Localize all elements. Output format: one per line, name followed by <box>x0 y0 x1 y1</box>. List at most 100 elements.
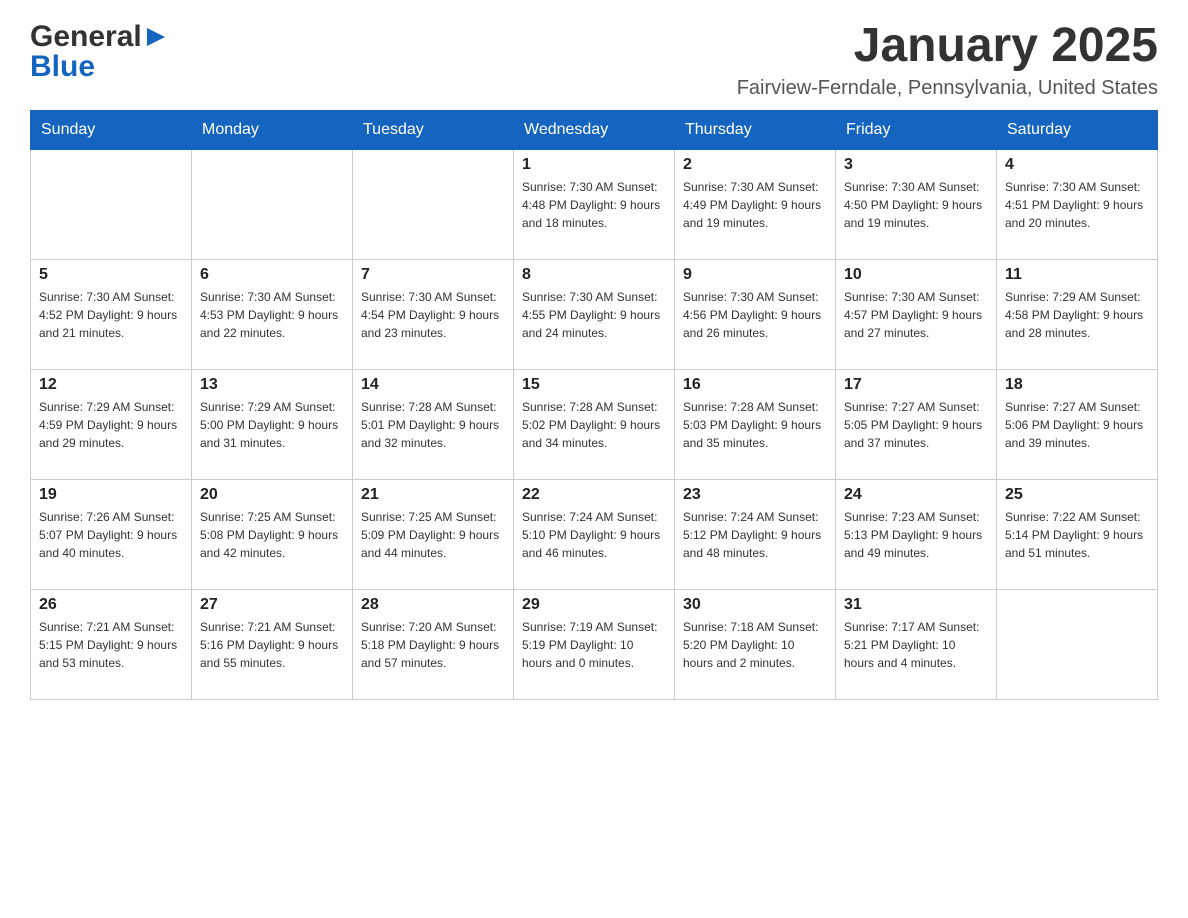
day-number: 8 <box>522 266 666 284</box>
day-info: Sunrise: 7:27 AM Sunset: 5:06 PM Dayligh… <box>1005 398 1149 452</box>
calendar-cell: 11Sunrise: 7:29 AM Sunset: 4:58 PM Dayli… <box>997 259 1158 369</box>
day-number: 23 <box>683 486 827 504</box>
calendar-cell: 9 Sunrise: 7:30 AM Sunset: 4:56 PM Daylig… <box>675 259 836 369</box>
day-info: Sunrise: 7:29 AM Sunset: 4:59 PM Dayligh… <box>39 398 183 452</box>
calendar-header: SundayMondayTuesdayWednesdayThursdayFrid… <box>31 110 1158 149</box>
calendar-cell: 6 Sunrise: 7:30 AM Sunset: 4:53 PM Daylig… <box>192 259 353 369</box>
day-number: 31 <box>844 596 988 614</box>
day-info: Sunrise: 7:25 AM Sunset: 5:08 PM Dayligh… <box>200 508 344 562</box>
location-text: Fairview-Ferndale, Pennsylvania, United … <box>737 77 1158 100</box>
calendar-cell: 12 Sunrise: 7:29 AM Sunset: 4:59 PM Dayli… <box>31 369 192 479</box>
day-number: 20 <box>200 486 344 504</box>
calendar-cell: 23 Sunrise: 7:24 AM Sunset: 5:12 PM Dayli… <box>675 479 836 589</box>
day-number: 12 <box>39 376 183 394</box>
day-number: 25 <box>1005 486 1149 504</box>
day-info: Sunrise: 7:26 AM Sunset: 5:07 PM Dayligh… <box>39 508 183 562</box>
logo-line1: General <box>30 20 167 54</box>
calendar-cell <box>353 149 514 259</box>
calendar-cell: 16Sunrise: 7:28 AM Sunset: 5:03 PM Dayli… <box>675 369 836 479</box>
day-number: 30 <box>683 596 827 614</box>
calendar-cell: 25 Sunrise: 7:22 AM Sunset: 5:14 PM Dayli… <box>997 479 1158 589</box>
day-info: Sunrise: 7:30 AM Sunset: 4:56 PM Dayligh… <box>683 288 827 342</box>
calendar-cell: 14 Sunrise: 7:28 AM Sunset: 5:01 PM Dayli… <box>353 369 514 479</box>
day-number: 13 <box>200 376 344 394</box>
day-number: 7 <box>361 266 505 284</box>
day-number: 28 <box>361 596 505 614</box>
calendar-cell: 19Sunrise: 7:26 AM Sunset: 5:07 PM Dayli… <box>31 479 192 589</box>
calendar-cell: 24 Sunrise: 7:23 AM Sunset: 5:13 PM Dayli… <box>836 479 997 589</box>
page-header: General Blue January 2025 Fairview-Fernd… <box>30 20 1158 100</box>
title-block: January 2025 Fairview-Ferndale, Pennsylv… <box>737 20 1158 100</box>
day-number: 5 <box>39 266 183 284</box>
calendar-cell: 15Sunrise: 7:28 AM Sunset: 5:02 PM Dayli… <box>514 369 675 479</box>
calendar-cell: 28Sunrise: 7:20 AM Sunset: 5:18 PM Dayli… <box>353 589 514 699</box>
calendar-cell <box>192 149 353 259</box>
day-info: Sunrise: 7:30 AM Sunset: 4:48 PM Dayligh… <box>522 178 666 232</box>
calendar-cell: 10 Sunrise: 7:30 AM Sunset: 4:57 PM Dayli… <box>836 259 997 369</box>
day-info: Sunrise: 7:22 AM Sunset: 5:14 PM Dayligh… <box>1005 508 1149 562</box>
calendar-cell: 30 Sunrise: 7:18 AM Sunset: 5:20 PM Dayli… <box>675 589 836 699</box>
weekday-header-tuesday: Tuesday <box>353 110 514 149</box>
day-number: 1 <box>522 156 666 174</box>
day-info: Sunrise: 7:30 AM Sunset: 4:53 PM Dayligh… <box>200 288 344 342</box>
day-info: Sunrise: 7:18 AM Sunset: 5:20 PM Dayligh… <box>683 618 827 672</box>
day-number: 29 <box>522 596 666 614</box>
day-info: Sunrise: 7:30 AM Sunset: 4:55 PM Dayligh… <box>522 288 666 342</box>
weekday-header-monday: Monday <box>192 110 353 149</box>
day-number: 6 <box>200 266 344 284</box>
day-number: 17 <box>844 376 988 394</box>
day-info: Sunrise: 7:17 AM Sunset: 5:21 PM Dayligh… <box>844 618 988 672</box>
calendar-cell: 5 Sunrise: 7:30 AM Sunset: 4:52 PM Daylig… <box>31 259 192 369</box>
day-number: 18 <box>1005 376 1149 394</box>
day-info: Sunrise: 7:30 AM Sunset: 4:49 PM Dayligh… <box>683 178 827 232</box>
calendar-cell: 27 Sunrise: 7:21 AM Sunset: 5:16 PM Dayli… <box>192 589 353 699</box>
calendar-cell: 2 Sunrise: 7:30 AM Sunset: 4:49 PM Daylig… <box>675 149 836 259</box>
calendar-cell: 18 Sunrise: 7:27 AM Sunset: 5:06 PM Dayli… <box>997 369 1158 479</box>
calendar-week-2: 5 Sunrise: 7:30 AM Sunset: 4:52 PM Daylig… <box>31 259 1158 369</box>
day-info: Sunrise: 7:24 AM Sunset: 5:12 PM Dayligh… <box>683 508 827 562</box>
header-row: SundayMondayTuesdayWednesdayThursdayFrid… <box>31 110 1158 149</box>
day-number: 11 <box>1005 266 1149 284</box>
day-number: 22 <box>522 486 666 504</box>
logo-arrow-icon <box>145 26 167 48</box>
day-number: 14 <box>361 376 505 394</box>
calendar-cell: 21 Sunrise: 7:25 AM Sunset: 5:09 PM Dayli… <box>353 479 514 589</box>
day-info: Sunrise: 7:30 AM Sunset: 4:57 PM Dayligh… <box>844 288 988 342</box>
calendar-cell: 29Sunrise: 7:19 AM Sunset: 5:19 PM Dayli… <box>514 589 675 699</box>
day-number: 9 <box>683 266 827 284</box>
day-info: Sunrise: 7:28 AM Sunset: 5:02 PM Dayligh… <box>522 398 666 452</box>
calendar-table: SundayMondayTuesdayWednesdayThursdayFrid… <box>30 110 1158 700</box>
day-info: Sunrise: 7:27 AM Sunset: 5:05 PM Dayligh… <box>844 398 988 452</box>
calendar-week-5: 26Sunrise: 7:21 AM Sunset: 5:15 PM Dayli… <box>31 589 1158 699</box>
day-info: Sunrise: 7:24 AM Sunset: 5:10 PM Dayligh… <box>522 508 666 562</box>
day-number: 2 <box>683 156 827 174</box>
day-info: Sunrise: 7:21 AM Sunset: 5:16 PM Dayligh… <box>200 618 344 672</box>
day-number: 16 <box>683 376 827 394</box>
weekday-header-friday: Friday <box>836 110 997 149</box>
day-number: 21 <box>361 486 505 504</box>
day-number: 10 <box>844 266 988 284</box>
calendar-cell <box>997 589 1158 699</box>
day-info: Sunrise: 7:30 AM Sunset: 4:51 PM Dayligh… <box>1005 178 1149 232</box>
day-number: 4 <box>1005 156 1149 174</box>
day-number: 3 <box>844 156 988 174</box>
calendar-cell: 20 Sunrise: 7:25 AM Sunset: 5:08 PM Dayli… <box>192 479 353 589</box>
calendar-cell: 7Sunrise: 7:30 AM Sunset: 4:54 PM Daylig… <box>353 259 514 369</box>
month-title: January 2025 <box>737 20 1158 73</box>
day-number: 27 <box>200 596 344 614</box>
calendar-body: 1 Sunrise: 7:30 AM Sunset: 4:48 PM Daylig… <box>31 149 1158 699</box>
logo-blue-text: Blue <box>30 50 167 84</box>
day-info: Sunrise: 7:28 AM Sunset: 5:01 PM Dayligh… <box>361 398 505 452</box>
calendar-week-4: 19Sunrise: 7:26 AM Sunset: 5:07 PM Dayli… <box>31 479 1158 589</box>
logo: General Blue <box>30 20 167 84</box>
day-info: Sunrise: 7:29 AM Sunset: 5:00 PM Dayligh… <box>200 398 344 452</box>
weekday-header-sunday: Sunday <box>31 110 192 149</box>
calendar-cell: 26Sunrise: 7:21 AM Sunset: 5:15 PM Dayli… <box>31 589 192 699</box>
day-info: Sunrise: 7:30 AM Sunset: 4:52 PM Dayligh… <box>39 288 183 342</box>
day-info: Sunrise: 7:25 AM Sunset: 5:09 PM Dayligh… <box>361 508 505 562</box>
day-info: Sunrise: 7:23 AM Sunset: 5:13 PM Dayligh… <box>844 508 988 562</box>
weekday-header-thursday: Thursday <box>675 110 836 149</box>
calendar-cell: 3Sunrise: 7:30 AM Sunset: 4:50 PM Daylig… <box>836 149 997 259</box>
day-number: 24 <box>844 486 988 504</box>
calendar-cell: 31 Sunrise: 7:17 AM Sunset: 5:21 PM Dayli… <box>836 589 997 699</box>
